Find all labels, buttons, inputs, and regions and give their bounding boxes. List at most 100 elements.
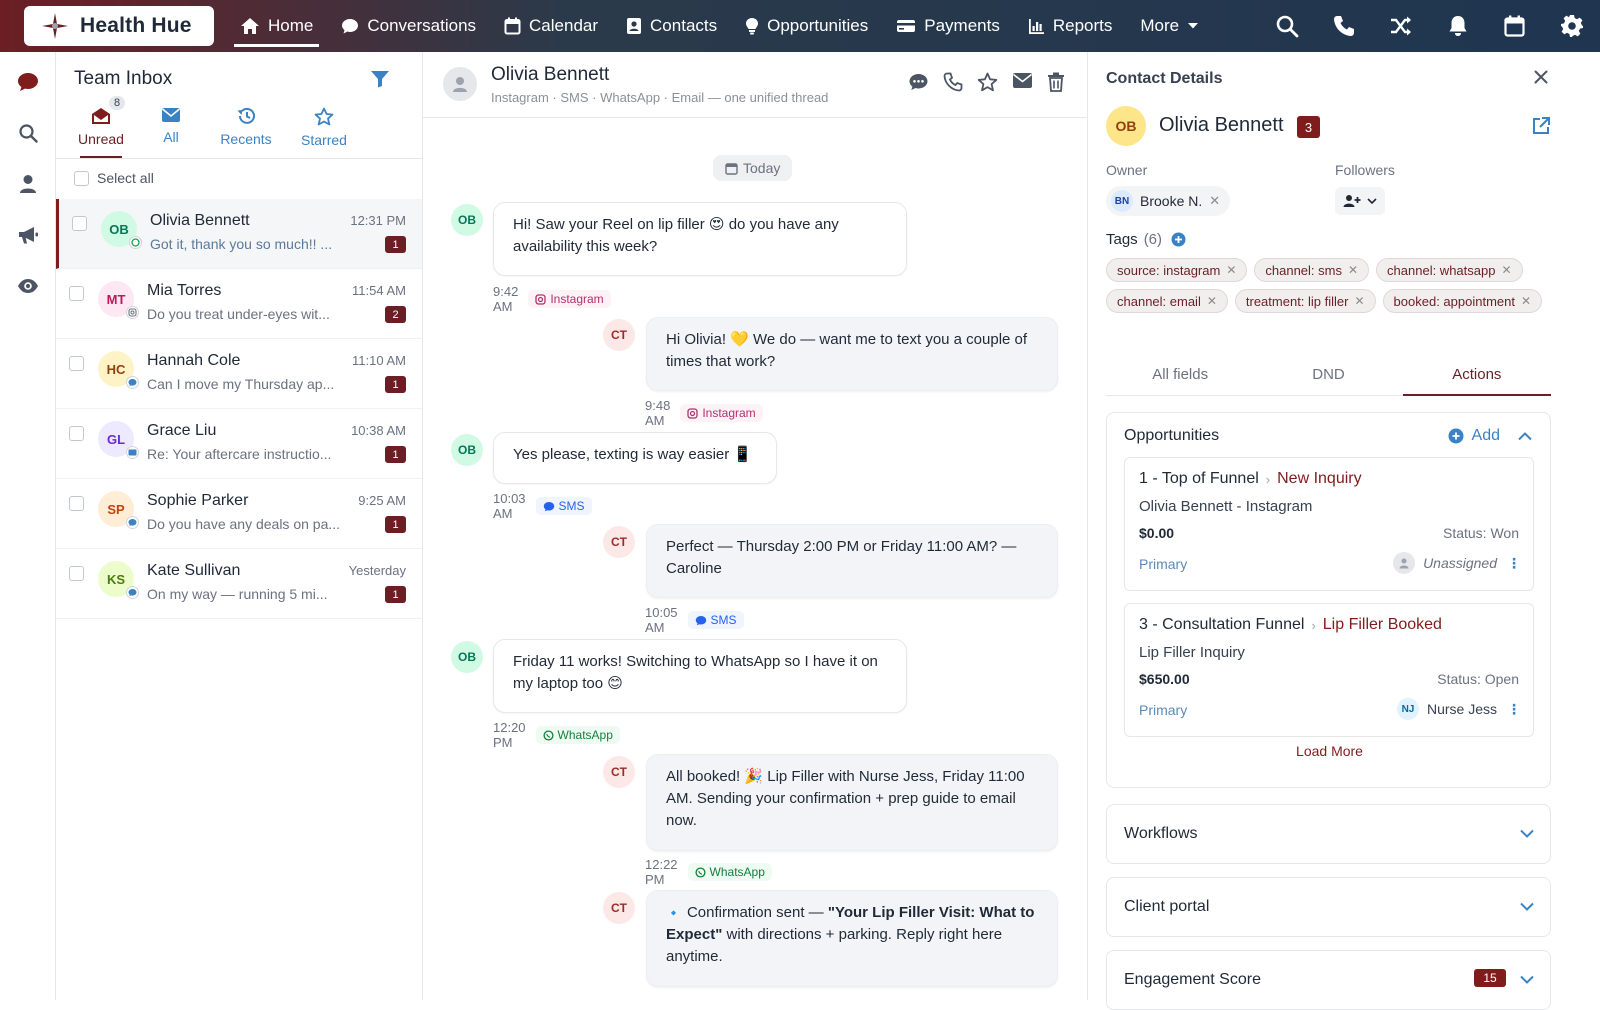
collapsible-section[interactable]: Workflows (1106, 804, 1551, 864)
section-toggle[interactable] (1520, 975, 1534, 984)
tag-chip[interactable]: channel: whatsapp ✕ (1376, 258, 1523, 282)
add-opportunity-button[interactable]: Add (1448, 427, 1532, 445)
conversation-item[interactable]: KS Kate Sullivan On my way — running 5 mi.… (56, 549, 422, 619)
brand-logo[interactable]: Health Hue (24, 6, 214, 46)
kebab-menu-icon[interactable]: ⋮ (1507, 701, 1521, 718)
global-search-button[interactable] (1258, 0, 1315, 52)
tab-recents[interactable]: Recents (206, 102, 286, 158)
conversation-item[interactable]: GL Grace Liu Re: Your aftercare instructio… (56, 409, 422, 479)
nav-home[interactable]: Home (226, 0, 327, 52)
tag-chip[interactable]: channel: email ✕ (1106, 289, 1228, 313)
add-tag-icon[interactable] (1171, 232, 1186, 247)
load-more-button[interactable]: Load More (1107, 743, 1552, 759)
thread-delete-button[interactable] (1047, 72, 1065, 92)
opportunity-item[interactable]: 1 - Top of Funnel › New Inquiry Olivia Benn… (1124, 457, 1534, 591)
sms-icon (543, 501, 554, 511)
rail-monitor-button[interactable] (0, 260, 56, 311)
nav-calendar[interactable]: Calendar (490, 0, 612, 52)
tab-unread[interactable]: 8 Unread (66, 96, 136, 158)
thread-subtitle: Instagram · SMS · WhatsApp · Email — one… (491, 90, 829, 105)
tag-chip[interactable]: treatment: lip filler ✕ (1234, 289, 1376, 313)
chevron-up-icon[interactable] (1518, 431, 1532, 441)
owner-label: Owner (1106, 162, 1148, 178)
remove-owner-icon[interactable]: ✕ (1209, 193, 1220, 209)
nav-payments[interactable]: Payments (882, 0, 1014, 52)
tag-chip[interactable]: source: instagram ✕ (1106, 258, 1248, 282)
rail-contacts-button[interactable] (0, 158, 56, 209)
email-sent-icon: 🔹 (666, 906, 681, 920)
owner-chip[interactable]: BN Brooke N. ✕ (1106, 186, 1231, 216)
remove-tag-icon[interactable]: ✕ (1354, 294, 1364, 308)
open-contact-button[interactable] (1531, 116, 1551, 136)
channel-chip-label: SMS (710, 613, 737, 627)
thread-chat-button[interactable] (908, 72, 929, 92)
conversation-checkbox[interactable] (69, 566, 84, 581)
inbox-filter-button[interactable] (370, 70, 390, 88)
rail-campaigns-button[interactable] (0, 209, 56, 260)
conversation-item[interactable]: HC Hannah Cole Can I move my Thursday ap..… (56, 339, 422, 409)
remove-tag-icon[interactable]: ✕ (1226, 263, 1236, 277)
chat-icon (342, 19, 359, 34)
nav-more[interactable]: More (1126, 0, 1213, 52)
remove-tag-icon[interactable]: ✕ (1501, 263, 1511, 277)
select-all-checkbox[interactable] (74, 170, 89, 186)
close-details-button[interactable] (1534, 70, 1548, 84)
thread-call-button[interactable] (943, 72, 963, 92)
opportunity-item[interactable]: 3 - Consultation Funnel › Lip Filler Booke… (1124, 603, 1534, 737)
remove-tag-icon[interactable]: ✕ (1207, 294, 1217, 308)
date-divider-label: Today (743, 160, 781, 176)
appointments-button[interactable] (1486, 0, 1543, 52)
collapsible-section[interactable]: Engagement Score 15 (1106, 950, 1551, 1010)
tab-dnd[interactable]: DND (1254, 358, 1402, 395)
select-all-row[interactable]: Select all (74, 170, 154, 186)
tab-all-fields[interactable]: All fields (1106, 358, 1254, 395)
tag-chip[interactable]: channel: sms ✕ (1254, 258, 1370, 282)
message-bubble: Perfect — Thursday 2:00 PM or Friday 11:… (646, 524, 1058, 598)
nav-reports[interactable]: Reports (1014, 0, 1127, 52)
settings-button[interactable] (1543, 0, 1600, 52)
conversation-item[interactable]: OB Olivia Bennett Got it, thank you so muc… (56, 199, 422, 269)
message-bubble: Hi! Saw your Reel on lip filler 😍 do you… (493, 202, 907, 276)
nav-opportunities[interactable]: Opportunities (731, 0, 882, 52)
quick-actions-button[interactable] (1372, 0, 1429, 52)
notifications-button[interactable] (1429, 0, 1486, 52)
nav-contacts-label: Contacts (650, 16, 718, 35)
tab-starred[interactable]: Starred (286, 102, 362, 158)
section-toggle[interactable] (1520, 829, 1534, 838)
nav-payments-label: Payments (924, 16, 1000, 35)
dialer-button[interactable] (1315, 0, 1372, 52)
conversation-checkbox[interactable] (69, 286, 84, 301)
conversation-item[interactable]: MT Mia Torres Do you treat under-eyes wit.… (56, 269, 422, 339)
remove-tag-icon[interactable]: ✕ (1521, 294, 1531, 308)
channel-badge (126, 446, 139, 459)
nav-reports-label: Reports (1052, 16, 1113, 35)
conversation-checkbox[interactable] (69, 496, 84, 511)
opportunity-assignee[interactable]: Unassigned ⋮ (1393, 552, 1521, 574)
nav-contacts[interactable]: Contacts (612, 0, 731, 52)
unassigned-avatar (1393, 552, 1416, 574)
rail-conversations-button[interactable] (0, 56, 56, 107)
message-time: 10:03 AM (493, 491, 526, 521)
tab-all[interactable]: All (136, 102, 206, 158)
collapsible-section[interactable]: Client portal (1106, 877, 1551, 937)
tag-chip[interactable]: booked: appointment ✕ (1382, 289, 1543, 313)
team-inbox-panel: Team Inbox 8 Unread All Recents Starred … (56, 52, 423, 1000)
thread-email-button[interactable] (1012, 72, 1033, 92)
opportunity-assignee[interactable]: NJ Nurse Jess ⋮ (1396, 698, 1521, 720)
nav-conversations[interactable]: Conversations (327, 0, 490, 52)
user-icon (1399, 558, 1409, 569)
kebab-menu-icon[interactable]: ⋮ (1507, 555, 1521, 572)
owner-name: Brooke N. (1140, 193, 1203, 209)
tab-actions[interactable]: Actions (1402, 358, 1552, 396)
conversation-checkbox[interactable] (69, 356, 84, 371)
message-text: Hi! Saw your Reel on lip filler 😍 do you… (513, 216, 839, 255)
rail-search-button[interactable] (0, 107, 56, 158)
conversation-item[interactable]: SP Sophie Parker Do you have any deals on … (56, 479, 422, 549)
section-toggle[interactable] (1520, 902, 1534, 911)
thread-star-button[interactable] (977, 72, 998, 92)
conversation-checkbox[interactable] (72, 216, 87, 231)
remove-tag-icon[interactable]: ✕ (1348, 263, 1358, 277)
conversation-checkbox[interactable] (69, 426, 84, 441)
history-icon (237, 107, 255, 124)
add-follower-button[interactable] (1335, 187, 1385, 215)
